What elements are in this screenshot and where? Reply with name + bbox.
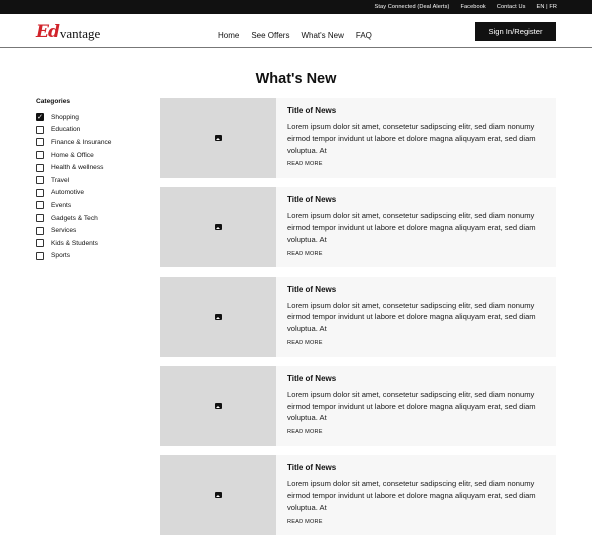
facebook-link[interactable]: Facebook: [460, 4, 485, 10]
news-card[interactable]: Title of News Lorem ipsum dolor sit amet,…: [160, 98, 556, 178]
category-label: Shopping: [51, 113, 79, 121]
image-icon: [214, 402, 222, 409]
news-body: Title of News Lorem ipsum dolor sit amet,…: [276, 98, 556, 178]
category-label: Events: [51, 201, 72, 209]
news-excerpt: Lorem ipsum dolor sit amet, consetetur s…: [287, 300, 536, 334]
top-utility-bar: Stay Connected (Deal Alerts) Facebook Co…: [0, 0, 592, 14]
category-checkbox[interactable]: [36, 151, 44, 160]
news-thumbnail[interactable]: [160, 276, 276, 357]
news-list: Title of News Lorem ipsum dolor sit amet,…: [160, 98, 556, 544]
category-checkbox[interactable]: [36, 226, 44, 235]
news-thumbnail[interactable]: [160, 187, 276, 268]
read-more-link[interactable]: READ MORE: [287, 161, 546, 167]
news-title[interactable]: Title of News: [287, 285, 546, 294]
news-body: Title of News Lorem ipsum dolor sit amet,…: [276, 277, 556, 357]
news-card[interactable]: Title of News Lorem ipsum dolor sit amet,…: [160, 187, 556, 268]
category-item[interactable]: Gadgets & Tech: [36, 212, 111, 225]
news-excerpt: Lorem ipsum dolor sit amet, consetetur s…: [287, 389, 536, 423]
category-item[interactable]: Services: [36, 224, 111, 237]
category-checkbox[interactable]: [36, 163, 44, 172]
check-icon: ✓: [37, 113, 43, 121]
category-item[interactable]: Sports: [36, 250, 111, 263]
nav-whats-new[interactable]: What's New: [301, 31, 343, 40]
category-item[interactable]: Automotive: [36, 187, 111, 200]
category-item[interactable]: Events: [36, 199, 111, 212]
categories-filter: Categories ✓ Shopping Education Finance & I…: [36, 98, 111, 262]
sign-in-register-button[interactable]: Sign In/Register: [475, 22, 556, 41]
category-item[interactable]: Finance & Insurance: [36, 136, 111, 149]
news-title[interactable]: Title of News: [287, 195, 546, 204]
news-title[interactable]: Title of News: [287, 374, 546, 383]
category-label: Kids & Students: [51, 239, 98, 247]
nav-see-offers[interactable]: See Offers: [251, 31, 289, 40]
image-icon: [214, 492, 222, 499]
read-more-link[interactable]: READ MORE: [287, 429, 546, 435]
category-label: Automotive: [51, 189, 84, 197]
contact-us-link[interactable]: Contact Us: [497, 4, 526, 10]
news-title[interactable]: Title of News: [287, 106, 546, 115]
news-body: Title of News Lorem ipsum dolor sit amet,…: [276, 455, 556, 535]
image-icon: [214, 135, 222, 141]
category-checkbox[interactable]: [36, 201, 44, 210]
nav-home[interactable]: Home: [218, 31, 239, 40]
category-item[interactable]: Health & wellness: [36, 161, 111, 174]
category-checkbox[interactable]: ✓: [36, 113, 44, 122]
category-checkbox[interactable]: [36, 176, 44, 185]
categories-heading: Categories: [36, 98, 71, 105]
category-item[interactable]: ✓ Shopping: [36, 111, 111, 124]
news-card[interactable]: Title of News Lorem ipsum dolor sit amet,…: [160, 365, 556, 446]
language-switch[interactable]: EN | FR: [537, 4, 558, 10]
edvantage-logo[interactable]: Ed vantage: [36, 23, 100, 41]
category-label: Education: [51, 126, 81, 134]
categories-list: ✓ Shopping Education Finance & Insurance Hom…: [36, 111, 111, 262]
news-card[interactable]: Title of News Lorem ipsum dolor sit amet,…: [160, 276, 556, 357]
news-excerpt: Lorem ipsum dolor sit amet, consetetur s…: [287, 211, 536, 244]
category-item[interactable]: Travel: [36, 174, 111, 187]
category-checkbox[interactable]: [36, 125, 44, 134]
image-icon: [214, 313, 222, 320]
category-checkbox[interactable]: [36, 138, 44, 147]
nav-faq[interactable]: FAQ: [356, 31, 372, 40]
category-label: Sports: [51, 252, 71, 260]
news-body: Title of News Lorem ipsum dolor sit amet,…: [276, 187, 556, 267]
logo-mark: Ed: [36, 22, 60, 42]
category-label: Services: [51, 227, 77, 235]
category-item[interactable]: Education: [36, 124, 111, 137]
category-label: Travel: [51, 176, 70, 184]
logo-text: vantage: [59, 26, 101, 41]
read-more-link[interactable]: READ MORE: [287, 340, 546, 346]
category-checkbox[interactable]: [36, 239, 44, 248]
main-navigation: Ed vantage Home See Offers What's New FAQ…: [0, 14, 592, 48]
nav-menu: Home See Offers What's New FAQ: [218, 31, 372, 40]
category-label: Home & Office: [51, 151, 94, 159]
category-checkbox[interactable]: [36, 251, 44, 260]
news-card[interactable]: Title of News Lorem ipsum dolor sit amet,…: [160, 455, 556, 536]
image-icon: [214, 224, 222, 231]
news-excerpt: Lorem ipsum dolor sit amet, consetetur s…: [287, 479, 536, 512]
deal-alerts-link[interactable]: Stay Connected (Deal Alerts): [375, 4, 450, 10]
category-checkbox[interactable]: [36, 214, 44, 223]
read-more-link[interactable]: READ MORE: [287, 251, 546, 257]
news-excerpt: Lorem ipsum dolor sit amet, consetetur s…: [287, 122, 536, 155]
page-title: What's New: [255, 71, 337, 87]
news-body: Title of News Lorem ipsum dolor sit amet,…: [276, 366, 556, 446]
category-label: Finance & Insurance: [51, 138, 112, 146]
read-more-link[interactable]: READ MORE: [287, 519, 546, 525]
news-thumbnail[interactable]: [160, 365, 276, 446]
news-thumbnail[interactable]: [160, 98, 276, 178]
category-item[interactable]: Home & Office: [36, 149, 111, 162]
category-checkbox[interactable]: [36, 188, 44, 197]
category-label: Gadgets & Tech: [51, 214, 98, 222]
category-label: Health & wellness: [51, 164, 104, 172]
category-item[interactable]: Kids & Students: [36, 237, 111, 250]
news-title[interactable]: Title of News: [287, 463, 546, 472]
news-thumbnail[interactable]: [160, 455, 276, 536]
